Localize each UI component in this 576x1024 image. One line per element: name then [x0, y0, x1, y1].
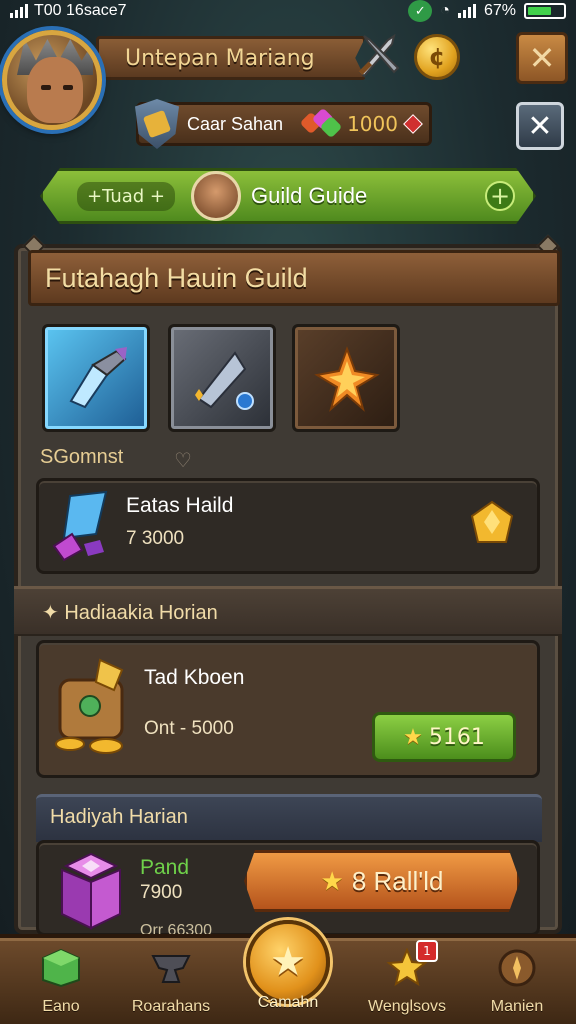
player-avatar[interactable]: [2, 30, 102, 130]
card-title: Eatas Haild: [126, 494, 234, 517]
star-icon: ★: [270, 939, 306, 985]
panel-title: Futahagh Hauin Guild: [28, 250, 560, 306]
green-cube-icon: [42, 948, 80, 988]
star-icon: ★: [320, 865, 344, 896]
shield-status-icon: ✓: [408, 0, 433, 22]
battery-icon: [524, 3, 566, 19]
crossed-swords-icon: [358, 33, 400, 78]
treasure-pot-icon: [55, 658, 124, 754]
card-title: Pand: [140, 856, 190, 879]
claim-button-label: 5161: [428, 724, 485, 750]
card-amount: 7 3000: [126, 528, 185, 549]
cell-signal-icon: [457, 4, 476, 18]
fire-star-icon: [314, 346, 380, 412]
guide-tag: +Tuad +: [77, 181, 176, 211]
nav-label: Eano: [42, 998, 80, 1015]
nav-label: Camahn: [257, 994, 319, 1011]
crystal-axe-icon: [69, 347, 127, 409]
purple-chest-icon: [61, 852, 121, 930]
status-time: T00 16sace7: [34, 2, 127, 19]
gem-value: 1000: [347, 112, 398, 136]
gems-icon: [299, 107, 343, 139]
nav-item-forge[interactable]: Roarahans: [116, 938, 226, 1024]
sparkle-icon: ✦: [42, 602, 65, 624]
resource-plate: Caar Sahan 1000: [135, 99, 432, 149]
section-label: SGomnst: [40, 446, 124, 468]
item-tile-blade[interactable]: [168, 324, 276, 432]
player-name: Untepan Mariang: [125, 45, 315, 71]
claim-button[interactable]: ★ 5161: [372, 712, 516, 762]
nav-item-map[interactable]: Manien: [462, 938, 572, 1024]
item-tile-axe[interactable]: [42, 324, 150, 432]
gold-star-icon[interactable]: [468, 500, 516, 548]
anvil-icon: [151, 955, 191, 983]
nav-label: Roarahans: [131, 998, 211, 1015]
card-title: Tad Kboen: [144, 666, 245, 689]
nav-label: Manien: [490, 998, 544, 1015]
heart-icon[interactable]: ♡: [174, 448, 192, 472]
guide-avatar: [191, 171, 242, 221]
guild-button-label: 8 Rall'ld: [351, 865, 444, 896]
item-tile-star[interactable]: [292, 324, 400, 432]
nav-item-home[interactable]: Eano: [6, 938, 116, 1024]
star-icon: ★: [403, 724, 423, 750]
card-amount: Ont - 5000: [144, 718, 234, 739]
nav-item-rewards[interactable]: 1 Wenglsovs: [352, 938, 462, 1024]
coin-icon[interactable]: ¢: [414, 34, 460, 80]
player-name-plate: Untepan Mariang: [96, 36, 366, 80]
nav-item-center[interactable]: ★: [246, 920, 330, 1004]
guild-guide-banner[interactable]: +Tuad + Guild Guide +: [40, 168, 536, 224]
compass-icon: [498, 949, 536, 987]
status-bar: T00 16sace7 ✓ ◔ 67%: [0, 0, 576, 22]
close-button[interactable]: ✕: [516, 32, 568, 84]
notification-badge: 1: [416, 940, 438, 962]
header: Untepan Mariang ¢ ✕ Caar Sahan 1000 ✕: [0, 22, 576, 162]
ruby-icon: [403, 114, 423, 134]
blue-crystal-icon: [52, 490, 108, 562]
signal-icon: [10, 4, 28, 18]
battery-percent: 67%: [483, 2, 516, 19]
card-amount: 7900: [140, 882, 183, 903]
steel-blade-icon: [195, 351, 254, 410]
guild-button[interactable]: ★ 8 Rall'ld: [244, 850, 520, 912]
dismiss-button[interactable]: ✕: [516, 102, 564, 150]
resource-label: Caar Sahan: [187, 113, 284, 134]
section-label: ✦ Hadiaakia Horian: [42, 600, 218, 625]
wifi-icon: ◔: [440, 2, 450, 19]
section-label-text: Hadiaakia Horian: [64, 602, 218, 624]
section-label: Hadiyah Harian: [50, 806, 188, 828]
guide-title: Guild Guide: [251, 183, 368, 208]
plus-icon[interactable]: +: [485, 181, 515, 211]
nav-label: Wenglsovs: [368, 998, 446, 1015]
guild-shield-icon: [135, 99, 179, 149]
